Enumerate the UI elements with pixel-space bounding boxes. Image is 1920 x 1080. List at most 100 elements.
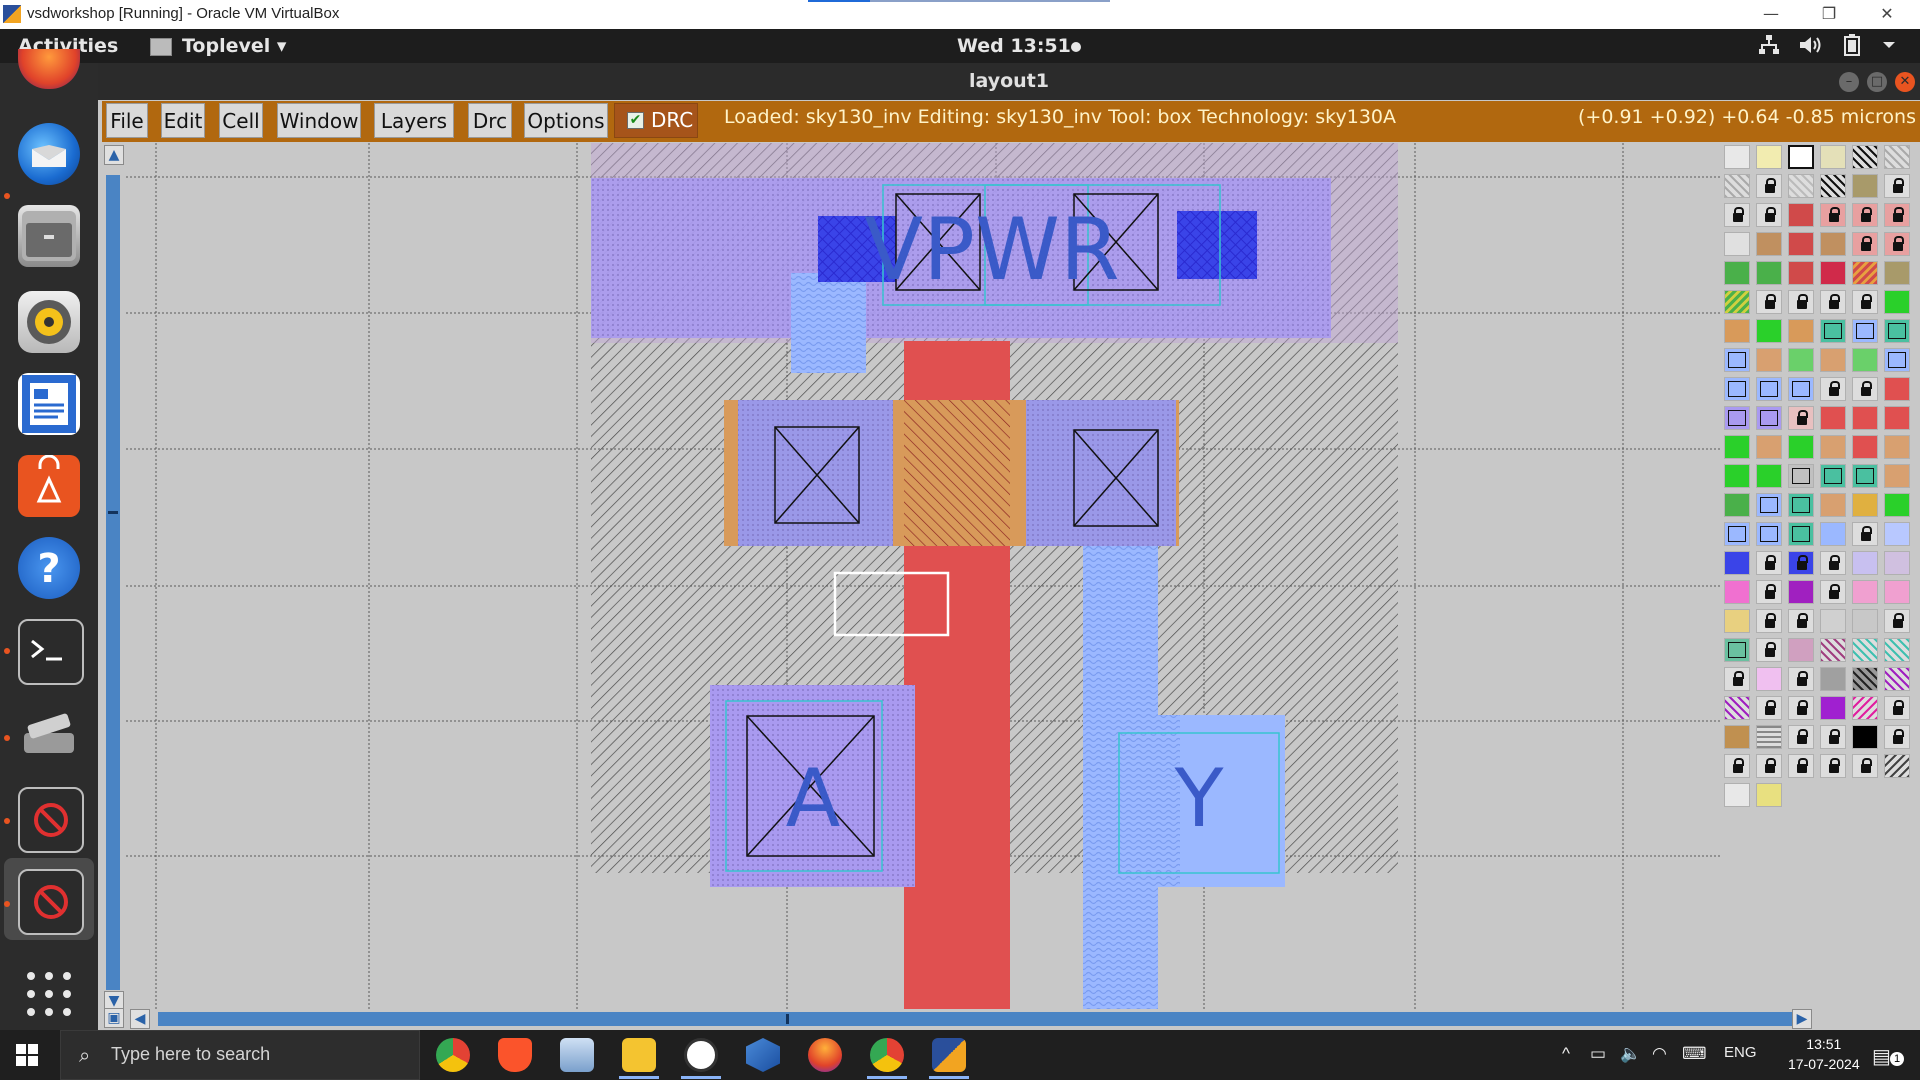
layer-swatch-locked[interactable] (1820, 551, 1846, 575)
app-menu-button[interactable]: Toplevel ▾ (182, 35, 286, 57)
layer-swatch-contact[interactable] (1724, 348, 1750, 372)
tray-clock[interactable]: 13:51 17-07-2024 (1788, 1034, 1860, 1074)
layer-swatch-contact[interactable] (1852, 319, 1878, 343)
layer-swatch-contact[interactable] (1788, 493, 1814, 517)
layer-swatch-crimson[interactable] (1820, 261, 1846, 285)
minimize-button[interactable]: — (1748, 2, 1794, 26)
blocked-app-icon[interactable] (18, 787, 84, 853)
layer-swatch-green[interactable] (1756, 261, 1782, 285)
chrome-profile-icon[interactable] (870, 1038, 904, 1072)
wm-minimize-icon[interactable]: – (1839, 72, 1859, 92)
scanner-icon[interactable] (18, 703, 80, 765)
layer-swatch-red[interactable] (1788, 203, 1814, 227)
layer-swatch-locked[interactable] (1756, 174, 1782, 198)
layer-swatch[interactable] (1756, 319, 1782, 343)
layer-swatch[interactable] (1884, 522, 1910, 546)
system-menu-chevron-icon[interactable] (1882, 34, 1896, 61)
menu-file[interactable]: File (106, 103, 148, 138)
layer-swatch[interactable] (1724, 290, 1750, 314)
layer-swatch-locked[interactable] (1852, 377, 1878, 401)
layer-swatch[interactable] (1852, 551, 1878, 575)
horizontal-scroll-track[interactable] (158, 1012, 1810, 1026)
firefox-taskbar-icon[interactable] (808, 1038, 842, 1072)
layer-swatch-locked[interactable] (1820, 203, 1846, 227)
layer-swatch-contact[interactable] (1820, 319, 1846, 343)
layer-swatch-locked[interactable] (1884, 609, 1910, 633)
menu-cell[interactable]: Cell (219, 103, 263, 138)
layer-swatch[interactable] (1756, 232, 1782, 256)
menu-layers[interactable]: Layers (374, 103, 454, 138)
layer-swatch[interactable] (1724, 609, 1750, 633)
layer-swatch-metal[interactable] (1724, 551, 1750, 575)
layout-drawing[interactable]: VPWR A Y (126, 143, 1722, 1009)
vertical-scroll-track[interactable] (106, 175, 120, 990)
scroll-left-icon[interactable]: ◀ (130, 1009, 150, 1029)
layer-swatch-locked[interactable] (1820, 725, 1846, 749)
restore-button[interactable]: ❐ (1806, 2, 1852, 26)
layer-swatch-bright-green[interactable] (1884, 290, 1910, 314)
notifications-icon[interactable]: ▤ (1872, 1044, 1891, 1069)
layer-swatch[interactable] (1724, 493, 1750, 517)
layer-swatch[interactable] (1788, 174, 1814, 198)
layer-swatch-locked[interactable] (1788, 696, 1814, 720)
layer-swatch-locked[interactable] (1788, 551, 1814, 575)
layer-swatch-locked[interactable] (1884, 174, 1910, 198)
layer-swatch[interactable] (1788, 638, 1814, 662)
layer-swatch-locked[interactable] (1788, 725, 1814, 749)
firefox-icon[interactable] (18, 49, 80, 89)
layer-swatch-contact[interactable] (1756, 493, 1782, 517)
scroll-right-icon[interactable]: ▶ (1792, 1009, 1812, 1029)
volume-icon[interactable] (1798, 34, 1822, 61)
layer-swatch[interactable] (1756, 725, 1782, 749)
layer-swatch-dots[interactable] (1724, 783, 1750, 807)
layer-swatch-purple[interactable] (1788, 580, 1814, 604)
layer-swatch-locked[interactable] (1724, 754, 1750, 778)
layer-swatch[interactable] (1852, 609, 1878, 633)
help-icon[interactable]: ? (18, 537, 80, 599)
layer-swatch[interactable] (1756, 348, 1782, 372)
layer-swatch[interactable] (1756, 667, 1782, 691)
horizontal-scrollbar[interactable]: ◀ ▶ (126, 1009, 1826, 1029)
layer-swatch-black[interactable] (1852, 725, 1878, 749)
layer-swatch-contact[interactable] (1724, 377, 1750, 401)
layer-swatch[interactable] (1884, 406, 1910, 430)
layer-swatch-locked[interactable] (1884, 725, 1910, 749)
layer-swatch-locked[interactable] (1788, 609, 1814, 633)
horizontal-scroll-thumb[interactable] (786, 1014, 789, 1024)
brave-icon[interactable] (498, 1038, 532, 1072)
writer-icon[interactable] (18, 373, 80, 435)
layer-swatch[interactable] (1724, 435, 1750, 459)
layer-swatch[interactable] (1820, 667, 1846, 691)
layer-swatch[interactable] (1884, 261, 1910, 285)
layer-swatch-contact[interactable] (1724, 638, 1750, 662)
menu-drc[interactable]: Drc (468, 103, 512, 138)
layer-swatch-contact[interactable] (1724, 406, 1750, 430)
windows-start-icon[interactable] (16, 1044, 38, 1066)
layer-swatch-contact[interactable] (1788, 522, 1814, 546)
zoom-box-icon[interactable]: ▣ (104, 1008, 124, 1028)
layer-swatch-locked[interactable] (1756, 638, 1782, 662)
layer-swatch-locked[interactable] (1820, 290, 1846, 314)
layer-swatch[interactable] (1884, 667, 1910, 691)
layer-swatch-locked[interactable] (1788, 667, 1814, 691)
layer-swatch-contact[interactable] (1788, 464, 1814, 488)
layer-swatch-green[interactable] (1724, 261, 1750, 285)
layer-swatch-tan[interactable] (1820, 145, 1846, 169)
layer-swatch-contact[interactable] (1820, 464, 1846, 488)
layer-swatch[interactable] (1852, 435, 1878, 459)
blocked-app-icon-active[interactable] (18, 869, 84, 935)
layer-swatch[interactable] (1884, 580, 1910, 604)
layer-swatch-locked[interactable] (1756, 551, 1782, 575)
layer-swatch-contact[interactable] (1884, 319, 1910, 343)
layer-swatch[interactable] (1884, 493, 1910, 517)
layer-swatch-locked[interactable] (1820, 580, 1846, 604)
layer-swatch[interactable] (1884, 464, 1910, 488)
layer-swatch[interactable] (1884, 638, 1910, 662)
layer-swatch-orange[interactable] (1724, 319, 1750, 343)
menu-window[interactable]: Window (277, 103, 361, 138)
layer-swatch[interactable] (1852, 493, 1878, 517)
layer-swatch-locked[interactable] (1852, 203, 1878, 227)
layer-swatch[interactable] (1788, 319, 1814, 343)
layer-swatch-locked[interactable] (1852, 232, 1878, 256)
layer-swatch-pink[interactable] (1724, 580, 1750, 604)
